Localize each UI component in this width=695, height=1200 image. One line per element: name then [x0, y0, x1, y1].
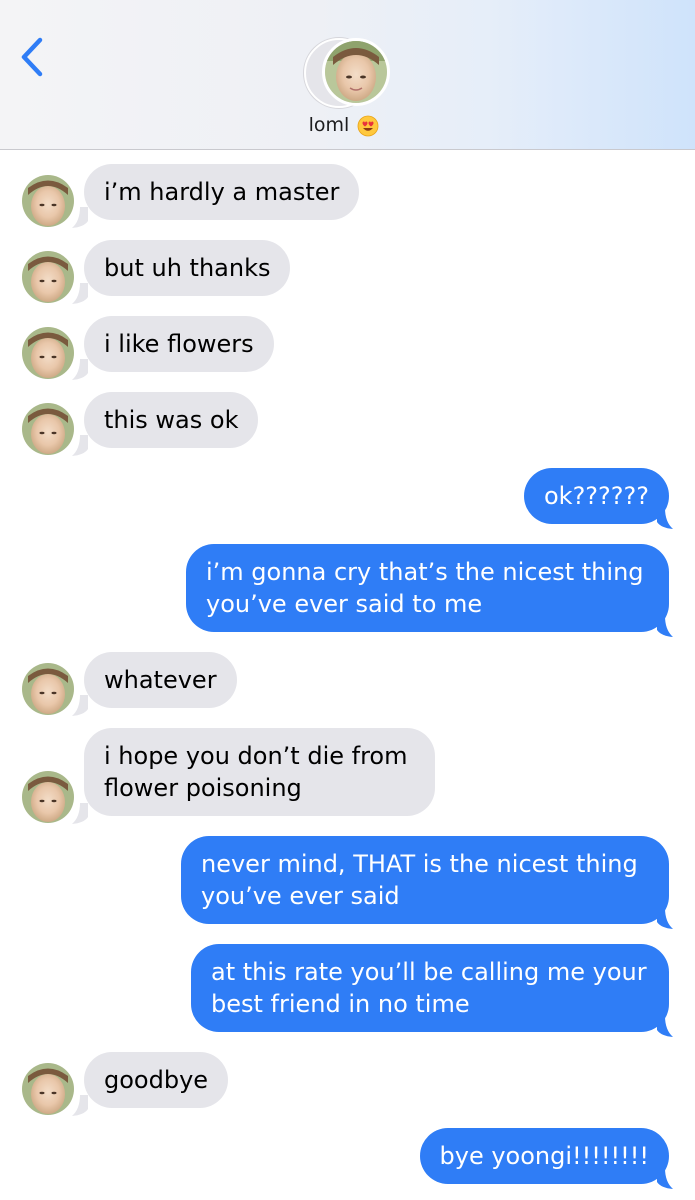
- sender-avatar[interactable]: [22, 251, 74, 303]
- incoming-message-bubble[interactable]: this was ok: [84, 392, 259, 448]
- contact-name-label: loml: [308, 114, 350, 136]
- sender-avatar[interactable]: [22, 175, 74, 227]
- sender-avatar[interactable]: [22, 663, 74, 715]
- message-text: flower poisoning: [104, 774, 302, 802]
- sender-avatar[interactable]: [22, 1063, 74, 1115]
- message-text: i hope you don’t die from: [104, 742, 408, 770]
- bubble-tail: [72, 359, 88, 380]
- conversation-header: loml: [0, 0, 695, 150]
- message-text: i’m gonna cry that’s the nicest thing: [206, 558, 644, 586]
- bubble-tail: [72, 803, 88, 824]
- message-text: but uh thanks: [104, 254, 271, 282]
- bubble-tail: [72, 1095, 88, 1116]
- bubble-tail: [72, 695, 88, 716]
- sender-avatar[interactable]: [22, 327, 74, 379]
- incoming-message-bubble[interactable]: i like flowers: [84, 316, 274, 372]
- message-text: this was ok: [104, 406, 239, 434]
- outgoing-message-bubble[interactable]: never mind, THAT is the nicest thing you…: [181, 836, 669, 924]
- incoming-message-bubble[interactable]: goodbye: [84, 1052, 229, 1108]
- message-text: bye yoongi!!!!!!!!: [439, 1142, 649, 1170]
- message-text: at this rate you’ll be calling me your: [211, 958, 647, 986]
- bubble-tail: [72, 435, 88, 456]
- message-text: you’ve ever said to me: [206, 590, 483, 618]
- sender-avatar[interactable]: [22, 771, 74, 823]
- incoming-message-bubble[interactable]: whatever: [84, 652, 237, 708]
- message-text: i like flowers: [104, 330, 254, 358]
- bubble-tail: [72, 207, 88, 228]
- message-text: whatever: [104, 666, 217, 694]
- chevron-left-icon[interactable]: [16, 34, 52, 80]
- message-text: best friend in no time: [211, 990, 470, 1018]
- outgoing-message-bubble[interactable]: i’m gonna cry that’s the nicest thing yo…: [186, 544, 669, 632]
- heart-eyes-emoji-icon: [357, 115, 379, 136]
- bubble-tail: [72, 283, 88, 304]
- incoming-message-bubble[interactable]: i hope you don’t die from flower poisoni…: [84, 728, 435, 816]
- message-text: goodbye: [104, 1066, 209, 1094]
- outgoing-message-bubble[interactable]: ok??????: [523, 468, 669, 524]
- message-text: never mind, THAT is the nicest thing: [201, 850, 638, 878]
- contact-avatar[interactable]: [322, 38, 390, 106]
- message-text: ok??????: [543, 482, 649, 510]
- message-text: i’m hardly a master: [104, 178, 340, 206]
- contact-name[interactable]: loml: [294, 114, 394, 137]
- incoming-message-bubble[interactable]: i’m hardly a master: [84, 164, 360, 220]
- message-thread[interactable]: i’m hardly a master but uh thanks i like…: [0, 150, 695, 1200]
- incoming-message-bubble[interactable]: but uh thanks: [84, 240, 291, 296]
- outgoing-message-bubble[interactable]: at this rate you’ll be calling me your b…: [191, 944, 669, 1032]
- outgoing-message-bubble[interactable]: bye yoongi!!!!!!!!: [419, 1128, 669, 1184]
- sender-avatar[interactable]: [22, 403, 74, 455]
- message-text: you’ve ever said: [201, 882, 400, 910]
